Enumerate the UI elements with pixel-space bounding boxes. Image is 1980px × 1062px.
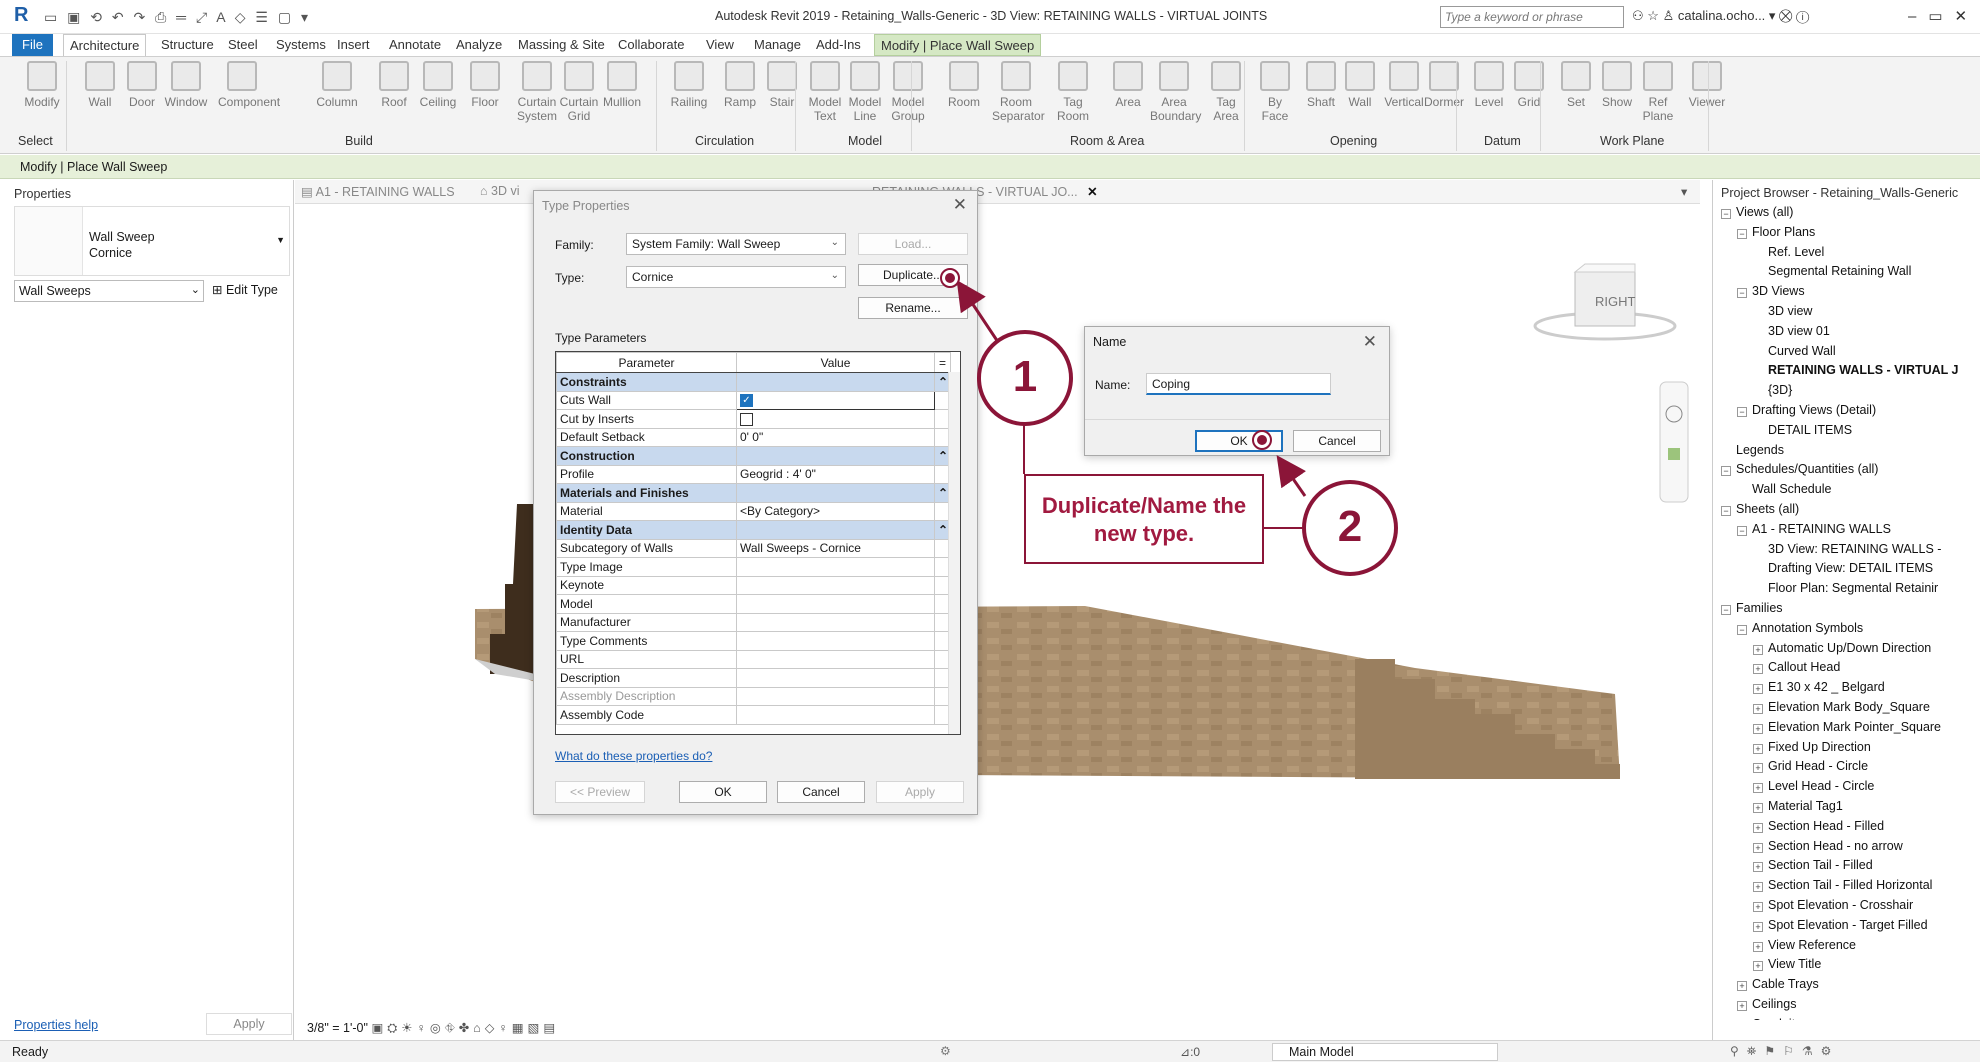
highlight-dot-duplicate (940, 268, 960, 288)
highlight-dot-ok (1252, 430, 1272, 450)
annotation-arrows (956, 280, 1307, 529)
step-1-bubble: 1 (977, 330, 1073, 426)
step1-arrow (956, 280, 1002, 346)
step-2-bubble: 2 (1302, 480, 1398, 576)
step2-arrow (1276, 455, 1307, 497)
callout-box: Duplicate/Name the new type. (1024, 474, 1264, 564)
